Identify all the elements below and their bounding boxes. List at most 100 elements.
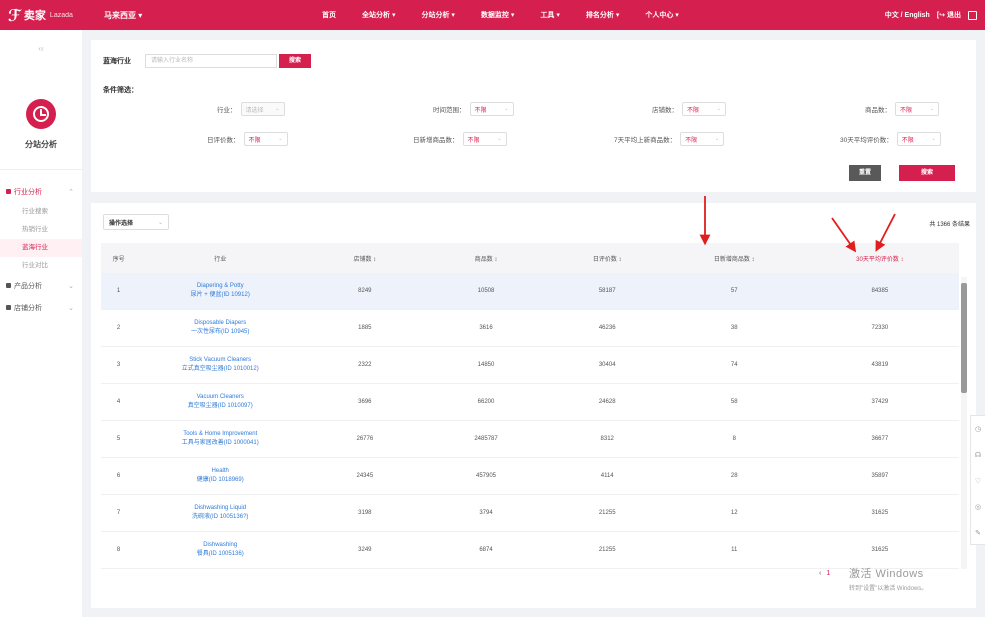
pager-current-page[interactable]: 1 — [826, 570, 830, 577]
top-navbar: ℱ 卖家 Lazada 马来西亚 ▾ 首页 全站分析 ▾ 分站分析 ▾ 数据监控… — [0, 0, 985, 30]
cell-index: 1 — [116, 288, 121, 294]
industry-link-en[interactable]: Disposable Diapers — [194, 319, 246, 328]
filter-panel: 蓝海行业 请输入行业名称 搜索 条件筛选： 行业： 请选择 ⌄ 时间范围： 不限 ⌄… — [91, 40, 976, 192]
sidebar-group-label: 行业分析 — [14, 189, 42, 196]
result-count: 共 1366 条结果 — [929, 222, 970, 228]
search-button[interactable]: 搜索 — [279, 54, 311, 68]
industry-link-cn[interactable]: 餐具(ID 1005136) — [197, 550, 244, 559]
sidebar-item-hot-industry[interactable]: 热销行业 — [0, 221, 82, 239]
shop-count-select[interactable]: 不限 ⌄ — [682, 102, 726, 116]
nav-data-monitor[interactable]: 数据监控 ▾ — [481, 10, 514, 20]
brand-logo[interactable]: ℱ 卖家 Lazada — [8, 6, 98, 25]
scrollbar-thumb[interactable] — [961, 283, 967, 393]
favorite-icon[interactable]: ♡ — [971, 468, 985, 494]
seven-day-new-select[interactable]: 不限 ⌄ — [680, 132, 725, 146]
industry-link-en[interactable]: Tools & Home Improvement — [183, 430, 257, 439]
nav-site-analysis[interactable]: 全站分析 ▾ — [362, 10, 395, 20]
table-row[interactable]: 1 Diapering & Potty 尿片 + 便盆(ID 10912) 8249 1… — [101, 273, 959, 310]
industry-link-en[interactable]: Dishwashing — [203, 541, 237, 550]
main-nav: 首页 全站分析 ▾ 分站分析 ▾ 数据监控 ▾ 工具 ▾ 排名分析 ▾ 个人中心… — [322, 0, 705, 30]
cell-shops: 24345 — [356, 473, 374, 479]
industry-search-input[interactable]: 请输入行业名称 — [145, 54, 277, 68]
reset-button[interactable]: 重置 — [849, 165, 881, 181]
cell-industry: Disposable Diapers 一次性尿布(ID 10945) — [136, 319, 304, 337]
pager-prev-icon[interactable]: ‹ — [819, 570, 821, 577]
product-count-select[interactable]: 不限 ⌄ — [895, 102, 939, 116]
industry-link-cn[interactable]: 健康(ID 1018969) — [197, 476, 244, 485]
industry-select[interactable]: 请选择 ⌄ — [240, 102, 285, 116]
table-row[interactable]: 6 Health 健康(ID 1018969) 24345 457905 4114 28 35… — [101, 458, 959, 495]
collapse-sidebar-icon[interactable]: ‹‹ — [0, 44, 82, 53]
table-row[interactable]: 7 Dishwashing Liquid 洗碗液(ID 1005136?) 3198 3… — [101, 495, 959, 532]
column-header-daily-reviews[interactable]: 日评价数 ↕ — [547, 254, 668, 263]
table-row[interactable]: 4 Vacuum Cleaners 真空吸尘器(ID 1010097) 3696 662… — [101, 384, 959, 421]
sidebar-group-shop[interactable]: 店铺分析 ⌄ — [0, 297, 82, 319]
cell-avg30-reviews: 37429 — [871, 399, 889, 405]
daily-new-products-select[interactable]: 不限 ⌄ — [462, 132, 507, 146]
sidebar-item-industry-compare[interactable]: 行业对比 — [0, 257, 82, 275]
industry-link-en[interactable]: Diapering & Potty — [197, 282, 244, 291]
filter-label: 店铺数： — [652, 107, 678, 114]
cell-daily-new: 8 — [732, 436, 736, 442]
thirty-day-reviews-select[interactable]: 不限 ⌄ — [896, 132, 941, 146]
industry-link-cn[interactable]: 真空吸尘器(ID 1010097) — [188, 402, 253, 411]
top-right-actions: 中文 / English [↪ 退出 — [878, 0, 977, 30]
cell-index: 6 — [116, 473, 121, 479]
daily-reviews-select[interactable]: 不限 ⌄ — [243, 132, 288, 146]
filter-label: 行业： — [217, 107, 237, 114]
cell-daily-new: 57 — [730, 288, 738, 294]
submit-search-button[interactable]: 搜索 — [899, 165, 955, 181]
industry-link-en[interactable]: Dishwashing Liquid — [194, 504, 246, 513]
feedback-icon[interactable]: ✎ — [971, 520, 985, 546]
language-switch[interactable]: 中文 / English — [885, 10, 930, 20]
sidebar-menu: 行业分析 ⌃ 行业搜索 热销行业 蓝海行业 行业对比 产品分析 ⌄ 店铺分析 ⌄ — [0, 181, 82, 319]
column-header-daily-new[interactable]: 日新增商品数 ↕ — [668, 254, 801, 263]
time-range-select[interactable]: 不限 ⌄ — [469, 102, 514, 116]
industry-link-en[interactable]: Stick Vacuum Cleaners — [189, 356, 251, 365]
sidebar-group-label: 产品分析 — [14, 283, 42, 290]
cell-shops: 3249 — [358, 547, 372, 553]
industry-link-en[interactable]: Health — [212, 467, 229, 476]
logout-link[interactable]: [↪ 退出 — [937, 10, 961, 20]
nav-tools[interactable]: 工具 ▾ — [540, 10, 559, 20]
sidebar-group-industry[interactable]: 行业分析 ⌃ — [0, 181, 82, 203]
table-row[interactable]: 3 Stick Vacuum Cleaners 立式真空吸尘器(ID 1010012… — [101, 347, 959, 384]
fullscreen-icon[interactable] — [968, 10, 977, 20]
target-icon[interactable]: ◎ — [971, 494, 985, 520]
industry-link-cn[interactable]: 尿片 + 便盆(ID 10912) — [191, 291, 250, 300]
table-row[interactable]: 5 Tools & Home Improvement 工具与家居改善(ID 1000… — [101, 421, 959, 458]
vertical-scrollbar[interactable] — [961, 277, 967, 569]
column-header-shops[interactable]: 店铺数 ↕ — [304, 254, 425, 263]
site-selector[interactable]: 马来西亚 ▾ — [104, 10, 142, 21]
table-row[interactable]: 8 Dishwashing 餐具(ID 1005136) 3249 6874 21255 1… — [101, 532, 959, 569]
sidebar-divider — [0, 169, 82, 170]
floating-toolbar: ◷ ☊ ♡ ◎ ✎ — [970, 415, 985, 545]
industry-link-cn[interactable]: 洗碗液(ID 1005136?) — [192, 513, 248, 522]
logo-subtitle: Lazada — [49, 11, 73, 19]
history-icon[interactable]: ◷ — [971, 416, 985, 442]
cell-index: 8 — [116, 547, 121, 553]
sidebar-item-blue-ocean[interactable]: 蓝海行业 — [0, 239, 82, 257]
industry-link-cn[interactable]: 一次性尿布(ID 10945) — [191, 328, 249, 337]
industry-link-cn[interactable]: 立式真空吸尘器(ID 1010012) — [182, 365, 259, 374]
operation-select[interactable]: 操作选择 ⌄ — [103, 214, 169, 230]
industry-link-cn[interactable]: 工具与家居改善(ID 1000041) — [182, 439, 259, 448]
industry-link-en[interactable]: Vacuum Cleaners — [197, 393, 244, 402]
nav-ranking[interactable]: 排名分析 ▾ — [586, 10, 619, 20]
table-row[interactable]: 2 Disposable Diapers 一次性尿布(ID 10945) 1885 36… — [101, 310, 959, 347]
filter-30day-reviews: 30天平均评价数： 不限 ⌄ — [840, 132, 941, 146]
nav-home[interactable]: 首页 — [322, 10, 336, 20]
headset-icon[interactable]: ☊ — [971, 442, 985, 468]
nav-sub-site-analysis[interactable]: 分站分析 ▾ — [421, 10, 454, 20]
column-header-products[interactable]: 商品数 ↕ — [425, 254, 546, 263]
module-title: 分站分析 — [25, 140, 57, 149]
sidebar-group-product[interactable]: 产品分析 ⌄ — [0, 275, 82, 297]
nav-personal-center[interactable]: 个人中心 ▾ — [645, 10, 678, 20]
column-header-avg30-reviews[interactable]: 30天平均评价数 ↕ — [801, 254, 959, 263]
cell-index: 5 — [116, 436, 121, 442]
cell-industry: Diapering & Potty 尿片 + 便盆(ID 10912) — [136, 282, 304, 300]
cell-shops: 2322 — [358, 362, 372, 368]
cell-products: 2485787 — [474, 436, 498, 442]
sidebar-item-industry-search[interactable]: 行业搜索 — [0, 203, 82, 221]
module-icon — [26, 99, 56, 129]
